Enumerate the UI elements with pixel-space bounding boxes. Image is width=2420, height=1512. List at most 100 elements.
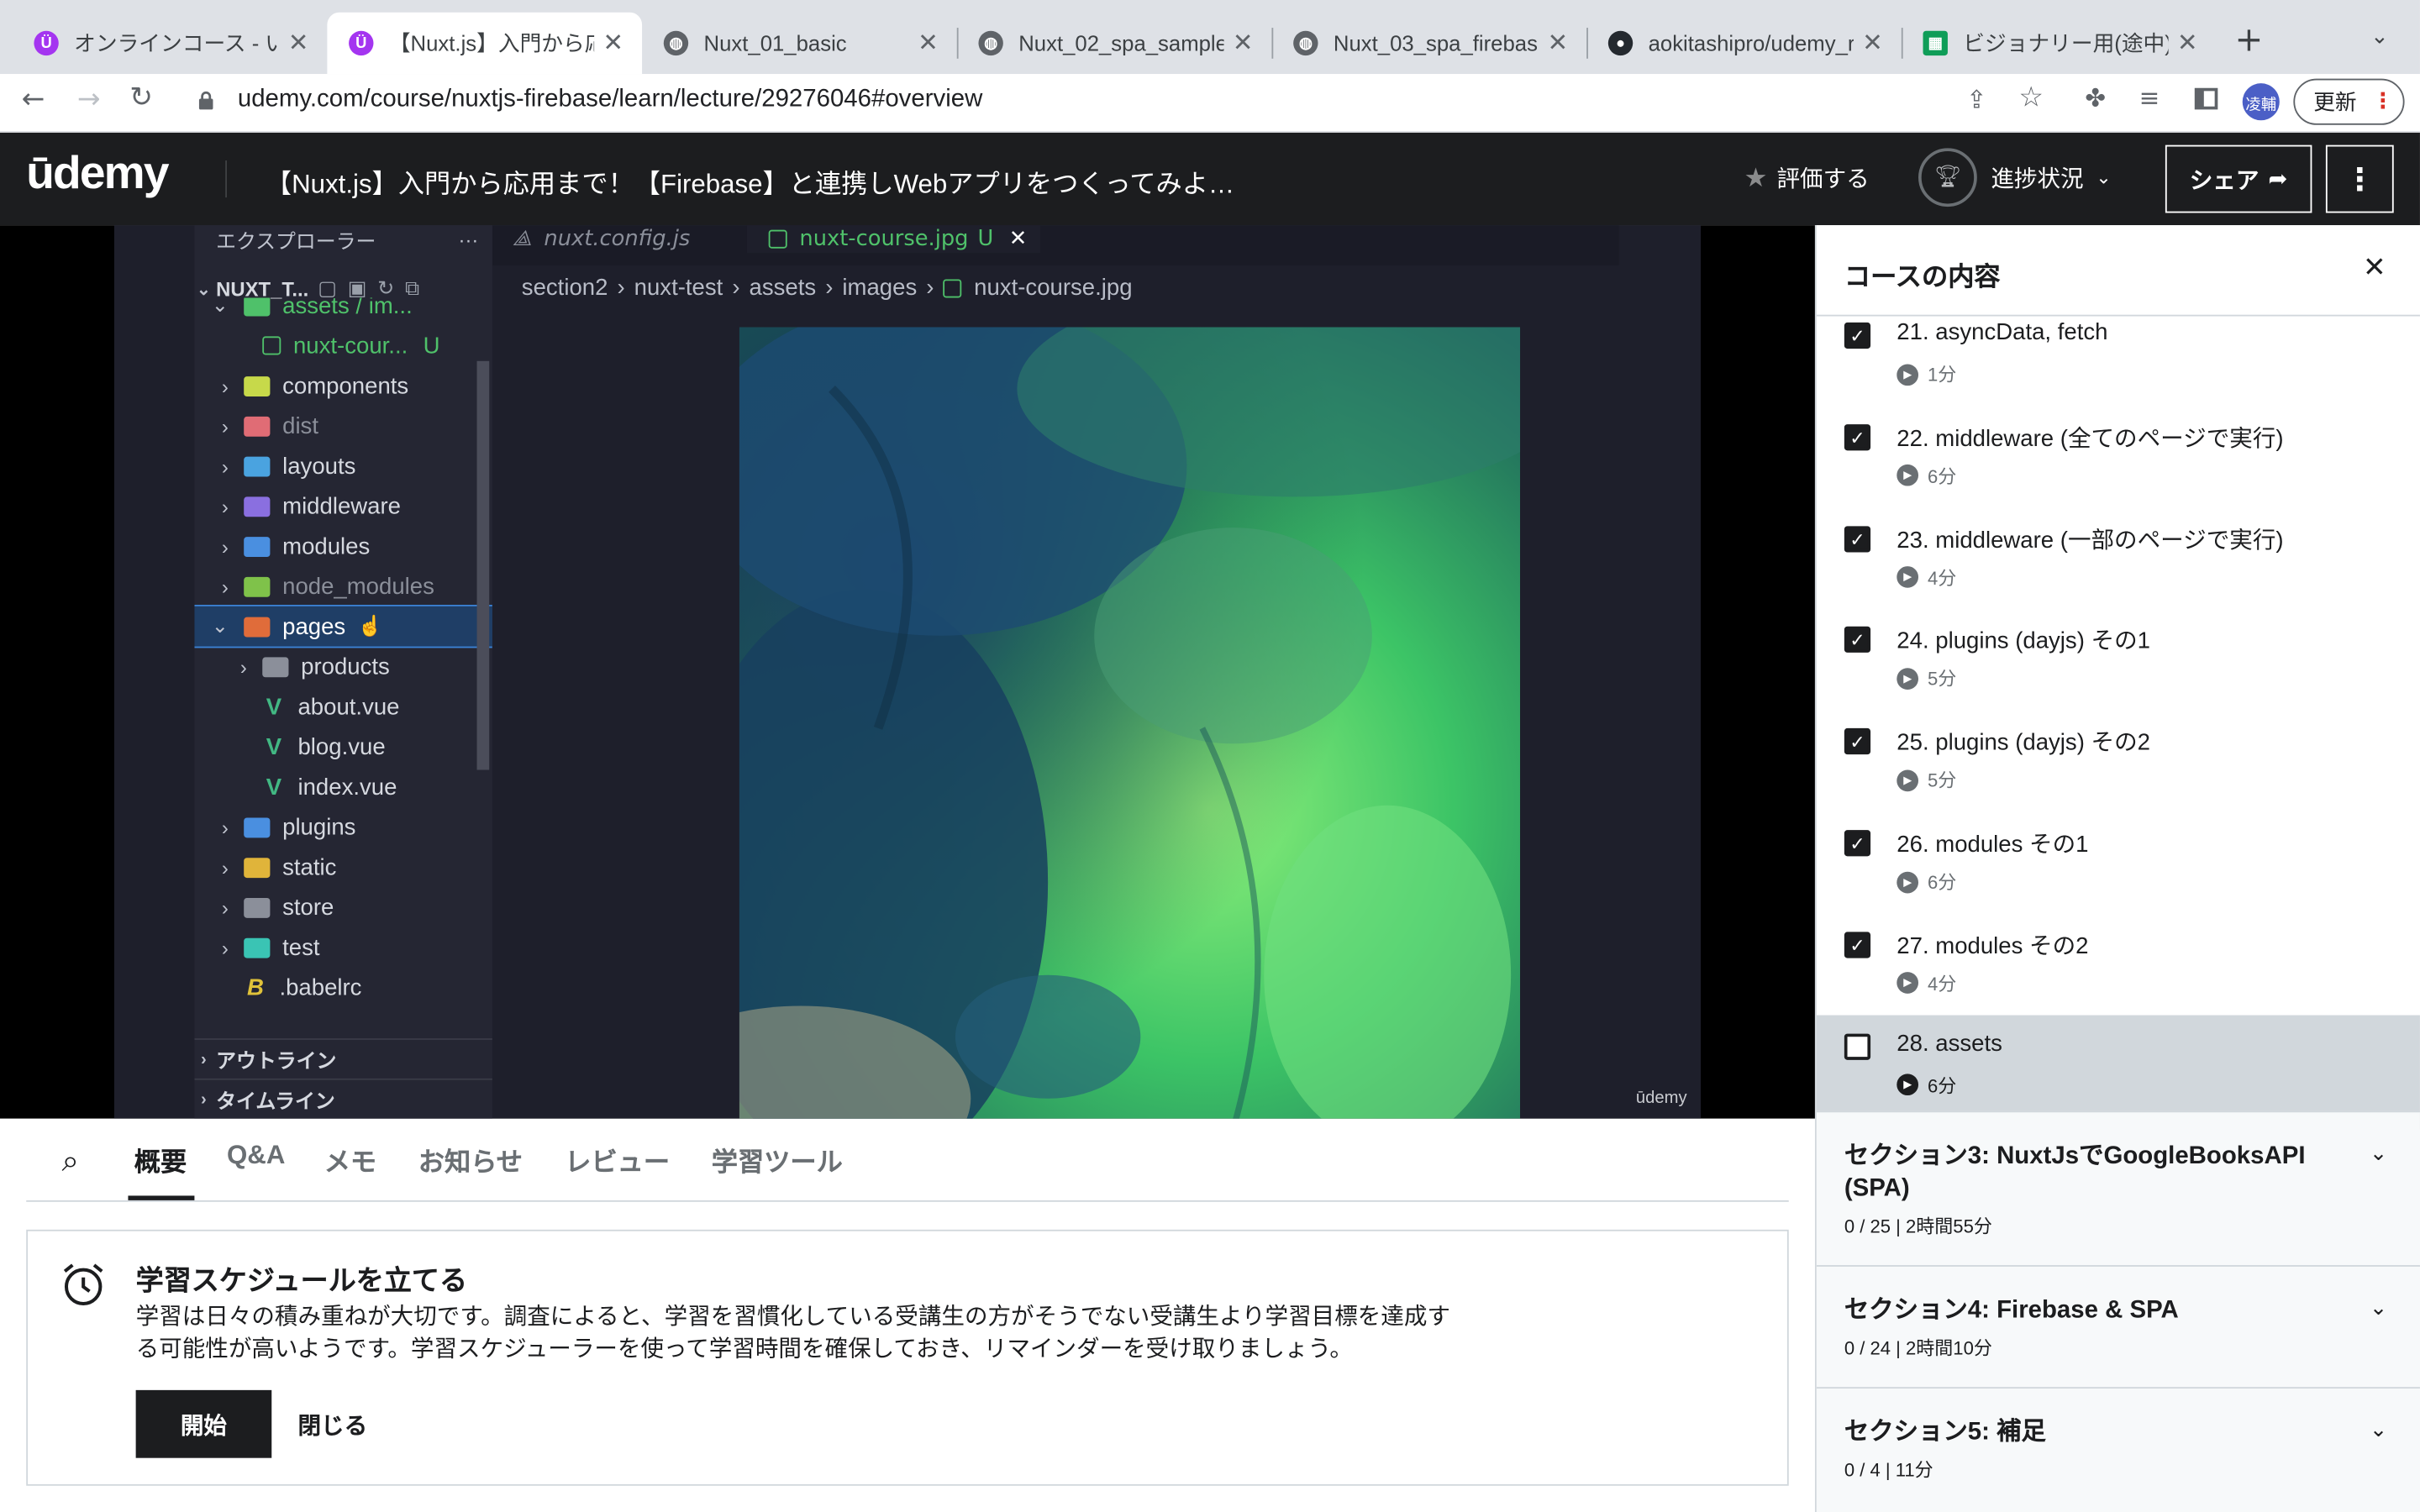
chevron-right-icon: › (732, 274, 740, 302)
browser-tab-active[interactable]: Ü 【Nuxt.js】入門から応用 ✕ (327, 12, 643, 75)
close-icon[interactable]: ✕ (1862, 28, 1883, 59)
github-icon: ● (1607, 30, 1634, 56)
lecture-item[interactable]: ✓ 22. middleware (全てのページで実行) ▶ 6分 (1817, 406, 2420, 507)
tab-title: Nuxt_03_spa_firebas (1333, 30, 1538, 56)
reload-icon[interactable]: ↻ (129, 81, 153, 114)
tree-folder: › layouts (194, 446, 492, 486)
lecture-item[interactable]: ✓ 21. asyncData, fetch ▶ 1分 (1817, 304, 2420, 406)
vue-file-icon: V (266, 693, 282, 720)
browser-tab[interactable]: Ü オンラインコース - いろ ✕ (13, 13, 328, 74)
tree-item-label: modules (282, 533, 371, 559)
lecture-item[interactable]: ✓ 23. middleware (一部のページで実行) ▶ 4分 (1817, 507, 2420, 609)
address-bar[interactable]: udemy.com/course/nuxtjs-firebase/learn/l… (238, 87, 982, 114)
editor-tab: ⟁ nuxt.config.js (513, 225, 691, 253)
checkbox-checked[interactable]: ✓ (1844, 525, 1871, 552)
checkbox-checked[interactable]: ✓ (1844, 627, 1871, 654)
crumb: nuxt-test (634, 274, 723, 302)
browser-tab[interactable]: ◍ Nuxt_02_spa_sample ✕ (957, 13, 1272, 74)
browser-tab[interactable]: ◍ Nuxt_01_basic ✕ (642, 13, 957, 74)
browser-tab[interactable]: ● aokitashipro/udemy_r ✕ (1586, 13, 1902, 74)
back-icon[interactable]: ← (22, 83, 45, 116)
schedule-body-line2: る可能性が高いようです。学習スケジューラーを使って学習時間を確保しておき、リマイ… (135, 1336, 1353, 1362)
dismiss-button[interactable]: 閉じる (297, 1409, 367, 1441)
folder-icon (244, 455, 271, 476)
tree-file: Vabout.vue (194, 686, 492, 727)
close-icon[interactable]: ✕ (2363, 251, 2386, 284)
outline-section: › アウトライン (194, 1038, 492, 1079)
lecture-title: 26. modules その1 (1897, 831, 2089, 858)
tab-learning-tools[interactable]: 学習ツール (712, 1140, 843, 1179)
rate-button[interactable]: ★ 評価する (1744, 162, 1869, 195)
tree-item-label: test (282, 934, 320, 961)
lecture-title: 23. middleware (一部のページで実行) (1897, 527, 2284, 554)
section-title: セクション4: Firebase & SPA (1844, 1297, 2179, 1324)
section-list: セクション3: NuxtJsでGoogleBooksAPI (SPA) 0 / 2… (1816, 1110, 2420, 1512)
folder-icon (244, 857, 271, 878)
checkbox-checked[interactable]: ✓ (1844, 830, 1871, 857)
chevron-right-icon: › (221, 534, 229, 558)
tree-item-label: blog.vue (297, 733, 386, 760)
lecture-item[interactable]: ✓ 26. modules その1 ▶ 6分 (1817, 811, 2420, 913)
section-meta: 0 / 25 | 2時間55分 (1844, 1215, 1992, 1238)
update-button[interactable]: 更新 ⋮ (2293, 78, 2405, 125)
tab-reviews[interactable]: レビュー (565, 1140, 670, 1179)
browser-tab[interactable]: ▦ ビジョナリー用(途中).xl ✕ (1902, 13, 2217, 74)
image-preview (739, 327, 1521, 1119)
course-title[interactable]: 【Nuxt.js】入門から応用まで！【Firebase】と連携しWebアプリをつ… (266, 162, 1234, 201)
close-icon[interactable]: ✕ (288, 28, 309, 59)
start-button[interactable]: 開始 (135, 1389, 272, 1458)
play-icon: ▶ (1897, 870, 1919, 893)
tree-item-label: index.vue (297, 774, 397, 801)
close-icon[interactable]: ✕ (2177, 28, 2198, 59)
lecture-item[interactable]: ✓ 25. plugins (dayjs) その2 ▶ 5分 (1817, 710, 2420, 811)
checkbox-unchecked[interactable] (1844, 1032, 1871, 1060)
udemy-logo[interactable]: ūdemy (26, 148, 169, 200)
checkbox-checked[interactable]: ✓ (1844, 728, 1871, 755)
schedule-title: 学習スケジュールを立てる (135, 1265, 468, 1296)
image-file-icon (768, 229, 787, 249)
share-page-icon[interactable]: ⇪ (1966, 85, 1987, 114)
media-icon[interactable]: ≡ (2139, 83, 2160, 113)
bookmark-star-icon[interactable]: ☆ (2018, 81, 2044, 114)
tree-file: Vblog.vue (194, 727, 492, 767)
lecture-item[interactable]: ✓ 27. modules その2 ▶ 4分 (1817, 913, 2420, 1015)
tab-search-chevron-icon[interactable]: ⌄ (2370, 24, 2389, 49)
more-options-button[interactable]: ⋮ (2325, 144, 2394, 213)
side-panel-icon[interactable] (2194, 87, 2218, 110)
chevron-down-icon: ⌄ (211, 297, 229, 317)
extensions-icon[interactable]: ✤ (2085, 83, 2106, 113)
checkbox-checked[interactable]: ✓ (1844, 423, 1871, 450)
browser-tab[interactable]: ◍ Nuxt_03_spa_firebas ✕ (1271, 13, 1586, 74)
section-accordion[interactable]: セクション4: Firebase & SPA 0 / 24 | 2時間10分 ⌄ (1816, 1265, 2420, 1388)
rate-label: 評価する (1776, 165, 1870, 193)
close-icon[interactable]: ✕ (918, 28, 939, 59)
file-tree: ⌄ assets / im... nuxt-cour... U › components ›… (194, 297, 492, 1038)
tab-announcements[interactable]: お知らせ (418, 1140, 523, 1179)
crumb: images (842, 274, 918, 302)
tab-notes[interactable]: メモ (324, 1140, 376, 1179)
forward-icon[interactable]: → (77, 83, 101, 116)
lecture-item[interactable]: ✓ 24. plugins (dayjs) その1 ▶ 5分 (1817, 608, 2420, 710)
close-icon[interactable]: ✕ (602, 28, 623, 59)
new-tab-icon[interactable]: + (2235, 22, 2264, 60)
tree-item-label: dist (282, 412, 318, 439)
folder-icon (244, 415, 271, 436)
progress-button[interactable]: 🏆︎ 進捗状況 ⌄ (1918, 148, 2112, 207)
section-accordion[interactable]: セクション5: 補足 0 / 4 | 11分 ⌄ (1816, 1387, 2420, 1512)
profile-avatar[interactable]: 凌輔 (2242, 83, 2280, 121)
close-icon[interactable]: ✕ (1233, 28, 1254, 59)
share-button[interactable]: シェア ➦ (2165, 144, 2312, 213)
play-icon: ▶ (1897, 465, 1919, 487)
tab-qa[interactable]: Q&A (227, 1140, 285, 1171)
tab-overview[interactable]: 概要 (134, 1140, 187, 1179)
share-label: シェア (2189, 165, 2260, 194)
section-accordion[interactable]: セクション3: NuxtJsでGoogleBooksAPI (SPA) 0 / 2… (1816, 1110, 2420, 1266)
folder-icon (244, 375, 271, 396)
browser-tab-bar: Ü オンラインコース - いろ ✕ Ü 【Nuxt.js】入門から応用 ✕ ◍ … (0, 0, 2420, 75)
search-icon[interactable]: ⌕ (61, 1142, 79, 1179)
checkbox-checked[interactable]: ✓ (1844, 322, 1871, 349)
close-icon[interactable]: ✕ (1547, 28, 1568, 59)
checkbox-checked[interactable]: ✓ (1844, 931, 1871, 958)
vscode-explorer: エクスプローラー ··· ⌄ NUXT_T... ▢▣↻⧉ ⌄ assets / … (194, 225, 492, 1119)
lecture-duration: ▶ 5分 (1897, 767, 1956, 793)
